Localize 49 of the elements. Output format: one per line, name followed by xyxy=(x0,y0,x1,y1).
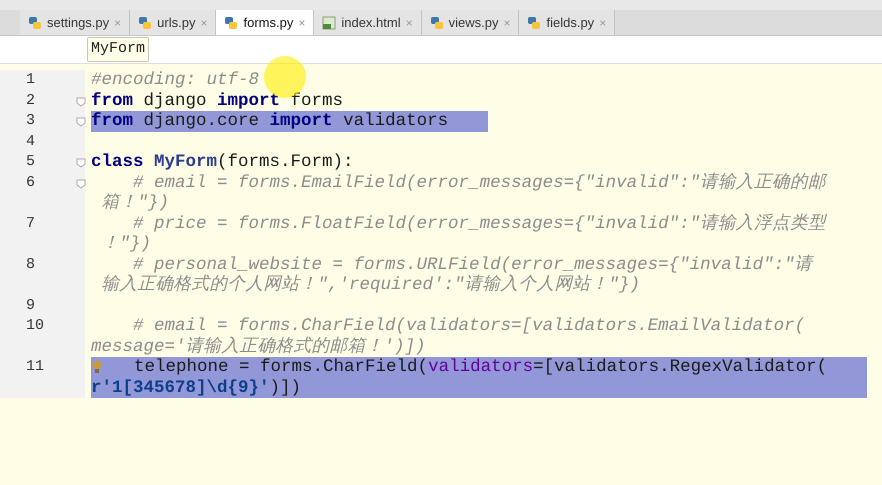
line-number: 6 xyxy=(26,172,36,192)
file-tab[interactable]: urls.py × xyxy=(130,10,216,35)
tab-label: urls.py xyxy=(157,14,196,32)
code-text: from django import forms xyxy=(91,90,344,111)
breadcrumb[interactable]: MyForm xyxy=(87,37,150,62)
file-tab[interactable]: views.py × xyxy=(422,10,520,35)
fold-marker-icon xyxy=(76,117,86,127)
line-number: 8 xyxy=(26,254,36,274)
tab-label: forms.py xyxy=(243,14,294,32)
code-text: # personal_website = forms.URLField(error_messages={"invalid":"请 xyxy=(132,254,813,274)
line-number: 2 xyxy=(26,90,36,110)
python-file-icon xyxy=(527,16,542,30)
file-tab[interactable]: fields.py × xyxy=(519,10,616,35)
fold-marker-icon xyxy=(76,158,86,168)
tab-label: settings.py xyxy=(47,14,110,32)
file-tab[interactable]: forms.py × xyxy=(216,10,314,35)
code-text: class MyForm(forms.Form): xyxy=(91,152,354,172)
lightbulb-icon xyxy=(91,360,103,374)
code-text: #encoding: utf-8 xyxy=(91,70,260,90)
fold-marker-icon xyxy=(76,96,86,106)
code-text: from django.core import validators xyxy=(91,111,448,132)
code-text: # price = forms.FloatField(error_messages={"invalid":"请输入浮点类型 xyxy=(132,214,826,234)
line-number: 4 xyxy=(26,132,36,152)
python-file-icon xyxy=(138,16,152,30)
code-text: telephone = forms.CharField(validators=[validators.RegexValidator( xyxy=(133,357,828,378)
file-tab[interactable]: index.html × xyxy=(314,10,422,35)
python-file-icon xyxy=(28,16,42,30)
code-text: r'1[345678]\d{9}')]) xyxy=(91,378,302,398)
line-number: 10 xyxy=(26,316,44,336)
line-number: 11 xyxy=(26,357,44,377)
code-text: # email = forms.CharField(validators=[validators.EmailValidator( xyxy=(132,316,806,336)
code-text: message='请输入正确格式的邮箱！')]) xyxy=(91,336,426,357)
fold-marker-icon xyxy=(76,178,86,188)
tab-label: views.py xyxy=(448,14,498,32)
line-number: 7 xyxy=(26,214,36,234)
code-text: 输入正确格式的个人网站！",'required':"请输入个人网站！"}) xyxy=(100,275,640,296)
code-text: 箱！"}) xyxy=(100,193,170,214)
python-file-icon xyxy=(224,16,238,30)
html-file-icon xyxy=(322,16,336,30)
python-file-icon xyxy=(430,16,444,30)
tab-label: fields.py xyxy=(546,14,594,32)
code-text: ！"}) xyxy=(100,234,152,254)
line-number: 5 xyxy=(26,152,36,172)
tab-label: index.html xyxy=(341,14,401,32)
line-number: 3 xyxy=(26,111,36,131)
code-text: # email = forms.EmailField(error_messages={"invalid":"请输入正确的邮 xyxy=(132,172,826,193)
line-number: 1 xyxy=(26,70,36,90)
line-number: 9 xyxy=(26,296,36,316)
file-tab[interactable]: settings.py × xyxy=(20,10,130,35)
